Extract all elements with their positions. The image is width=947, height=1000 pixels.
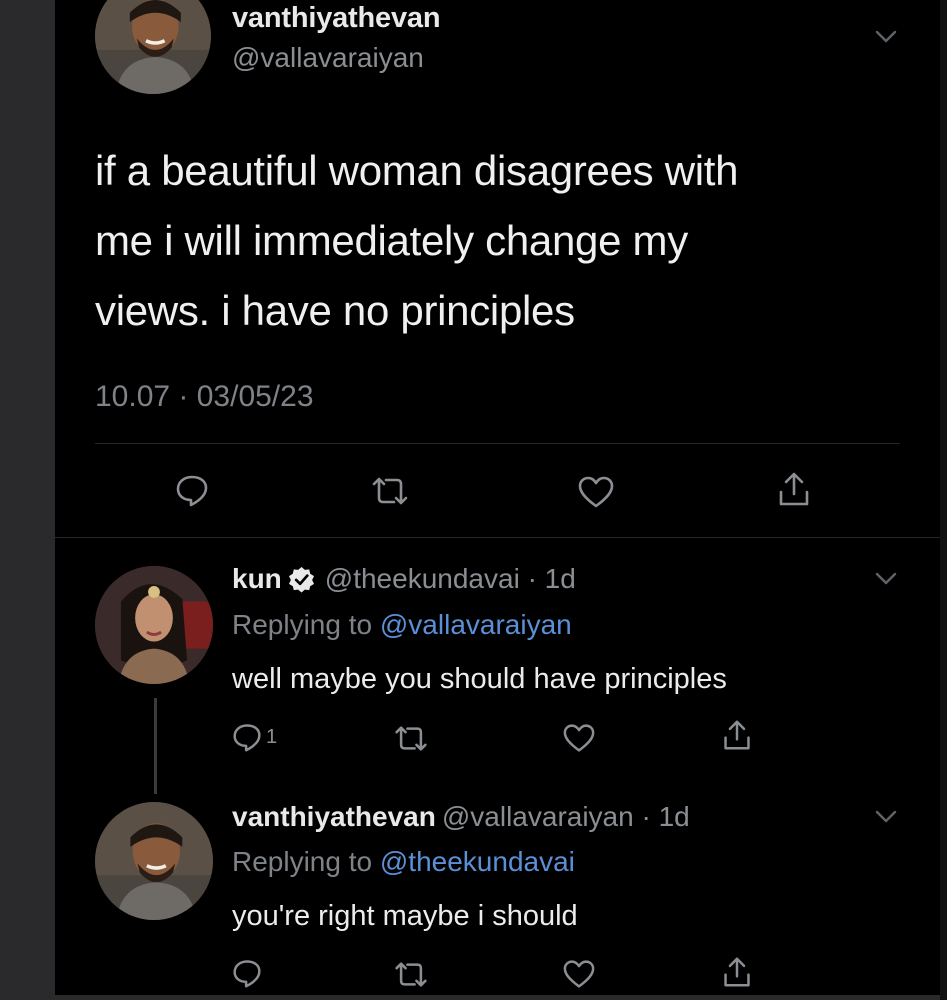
display-name[interactable]: kun (232, 563, 282, 595)
share-button[interactable] (722, 955, 752, 989)
mention-link[interactable]: @theekundavai (380, 846, 575, 877)
share-icon (779, 472, 809, 506)
tweet-thread: vanthiyathevan @vallavaraiyan if a beaut… (55, 0, 940, 995)
retweet-button[interactable] (393, 961, 429, 988)
tweet-timestamp[interactable]: 10.07 · 03/05/23 (95, 380, 314, 414)
replying-prefix: Replying to (232, 609, 380, 640)
retweet-button[interactable] (393, 725, 429, 752)
chevron-down-icon[interactable] (875, 572, 897, 586)
avatar-man-photo-icon (95, 0, 211, 94)
replying-prefix: Replying to (232, 846, 380, 877)
heart-icon (578, 476, 614, 508)
verified-badge-icon (288, 566, 315, 593)
retweet-icon (395, 962, 427, 987)
retweet-icon (372, 477, 408, 505)
replying-to: Replying to @theekundavai (232, 846, 575, 878)
tweet-text-line: if a beautiful woman disagrees with (95, 147, 739, 194)
mention-link[interactable]: @vallavaraiyan (380, 609, 572, 640)
heart-icon (563, 724, 595, 752)
avatar[interactable] (95, 802, 213, 920)
chevron-down-icon[interactable] (875, 810, 897, 824)
divider (95, 443, 900, 444)
like-button[interactable] (577, 475, 615, 509)
like-button[interactable] (562, 723, 596, 753)
reply-text: you're right maybe i should (232, 900, 578, 932)
handle-time[interactable]: @theekundavai · 1d (325, 563, 576, 595)
reply-count: 1 (266, 725, 278, 748)
reply-header: kun @theekundavai · 1d (232, 563, 576, 595)
share-icon (724, 957, 750, 987)
tweet-text-line: me i will immediately change my (95, 217, 688, 264)
avatar[interactable] (95, 0, 211, 94)
heart-icon (563, 960, 595, 988)
reply-button[interactable] (232, 958, 262, 988)
divider (55, 537, 940, 538)
handle-time[interactable]: @vallavaraiyan · 1d (442, 801, 690, 833)
retweet-icon (395, 726, 427, 751)
replying-to: Replying to @vallavaraiyan (232, 609, 572, 641)
chevron-down-icon[interactable] (875, 30, 897, 44)
tweet-text: if a beautiful woman disagrees with me i… (95, 136, 895, 346)
reply-icon (233, 960, 261, 988)
avatar-man-photo-icon (95, 802, 213, 920)
avatar[interactable] (95, 566, 213, 684)
reply-icon (176, 475, 208, 507)
reply-button[interactable] (175, 473, 209, 507)
display-name[interactable]: vanthiyathevan (232, 801, 436, 833)
share-icon (724, 720, 750, 750)
reply-header: vanthiyathevan @vallavaraiyan · 1d (232, 801, 690, 833)
share-button[interactable] (777, 470, 811, 508)
tweet-text-line: views. i have no principles (95, 287, 575, 334)
like-button[interactable] (562, 959, 596, 989)
retweet-button[interactable] (370, 476, 410, 506)
reply-button[interactable]: 1 (232, 722, 277, 752)
avatar-woman-photo-icon (95, 566, 213, 684)
user-handle[interactable]: @vallavaraiyan (232, 42, 424, 74)
thread-connector (154, 698, 157, 794)
share-button[interactable] (722, 718, 752, 752)
window-edge (940, 0, 947, 1000)
reply-text: well maybe you should have principles (232, 663, 727, 695)
display-name[interactable]: vanthiyathevan (232, 2, 441, 35)
reply-icon (233, 724, 261, 752)
